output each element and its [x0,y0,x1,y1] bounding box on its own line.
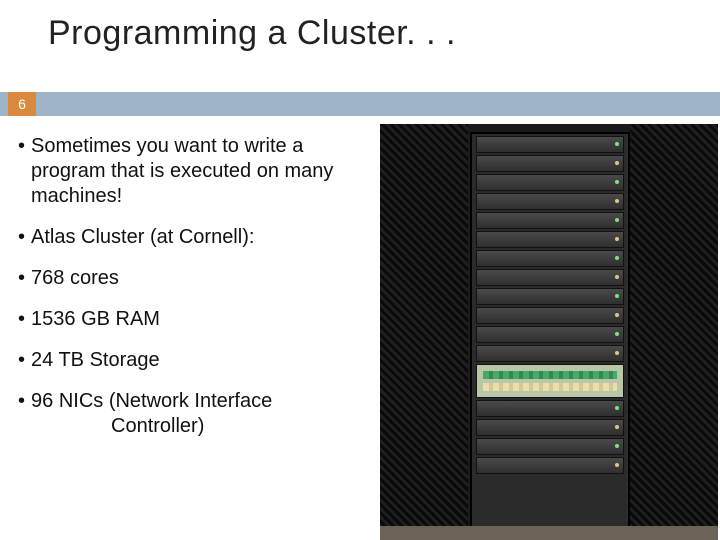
server-unit [476,212,624,229]
bullet-item: • 768 cores [18,266,378,291]
bullet-list: • Sometimes you want to write a program … [18,134,378,455]
bullet-text: 768 cores [31,266,378,291]
server-unit [476,269,624,286]
server-rack [470,132,630,530]
bullet-item: • Atlas Cluster (at Cornell): [18,225,378,250]
server-unit [476,155,624,172]
bullet-item: • 1536 GB RAM [18,307,378,332]
server-unit [476,438,624,455]
server-unit [476,231,624,248]
server-unit [476,400,624,417]
bullet-text: 24 TB Storage [31,348,378,373]
bullet-text: Sometimes you want to write a program th… [31,134,378,209]
page-bar [0,92,720,116]
server-unit [476,136,624,153]
bullet-dot-icon: • [18,348,25,373]
bullet-text: Atlas Cluster (at Cornell): [31,225,378,250]
server-unit [476,326,624,343]
bullet-text-line1: 96 NICs (Network Interface [31,390,272,412]
server-unit [476,457,624,474]
server-unit [476,345,624,362]
bullet-text-continuation: Controller) [31,414,378,439]
floor [380,526,718,540]
server-unit [476,419,624,436]
server-rack-image [380,124,718,540]
server-unit [476,193,624,210]
bullet-text: 1536 GB RAM [31,307,378,332]
bullet-item: • 96 NICs (Network Interface Controller) [18,389,378,439]
slide: Programming a Cluster. . . 6 • Sometimes… [0,0,720,540]
rack-mesh-left [380,124,468,540]
bullet-item: • 24 TB Storage [18,348,378,373]
server-unit [476,307,624,324]
bullet-dot-icon: • [18,134,25,159]
server-unit [476,288,624,305]
network-switch [476,364,624,398]
bullet-item: • Sometimes you want to write a program … [18,134,378,209]
page-number: 6 [8,92,36,116]
rack-mesh-right [630,124,718,540]
server-unit [476,174,624,191]
bullet-dot-icon: • [18,389,25,414]
slide-title: Programming a Cluster. . . [48,14,456,53]
bullet-dot-icon: • [18,225,25,250]
bullet-text: 96 NICs (Network Interface Controller) [31,389,378,439]
bullet-dot-icon: • [18,307,25,332]
server-unit [476,250,624,267]
bullet-dot-icon: • [18,266,25,291]
